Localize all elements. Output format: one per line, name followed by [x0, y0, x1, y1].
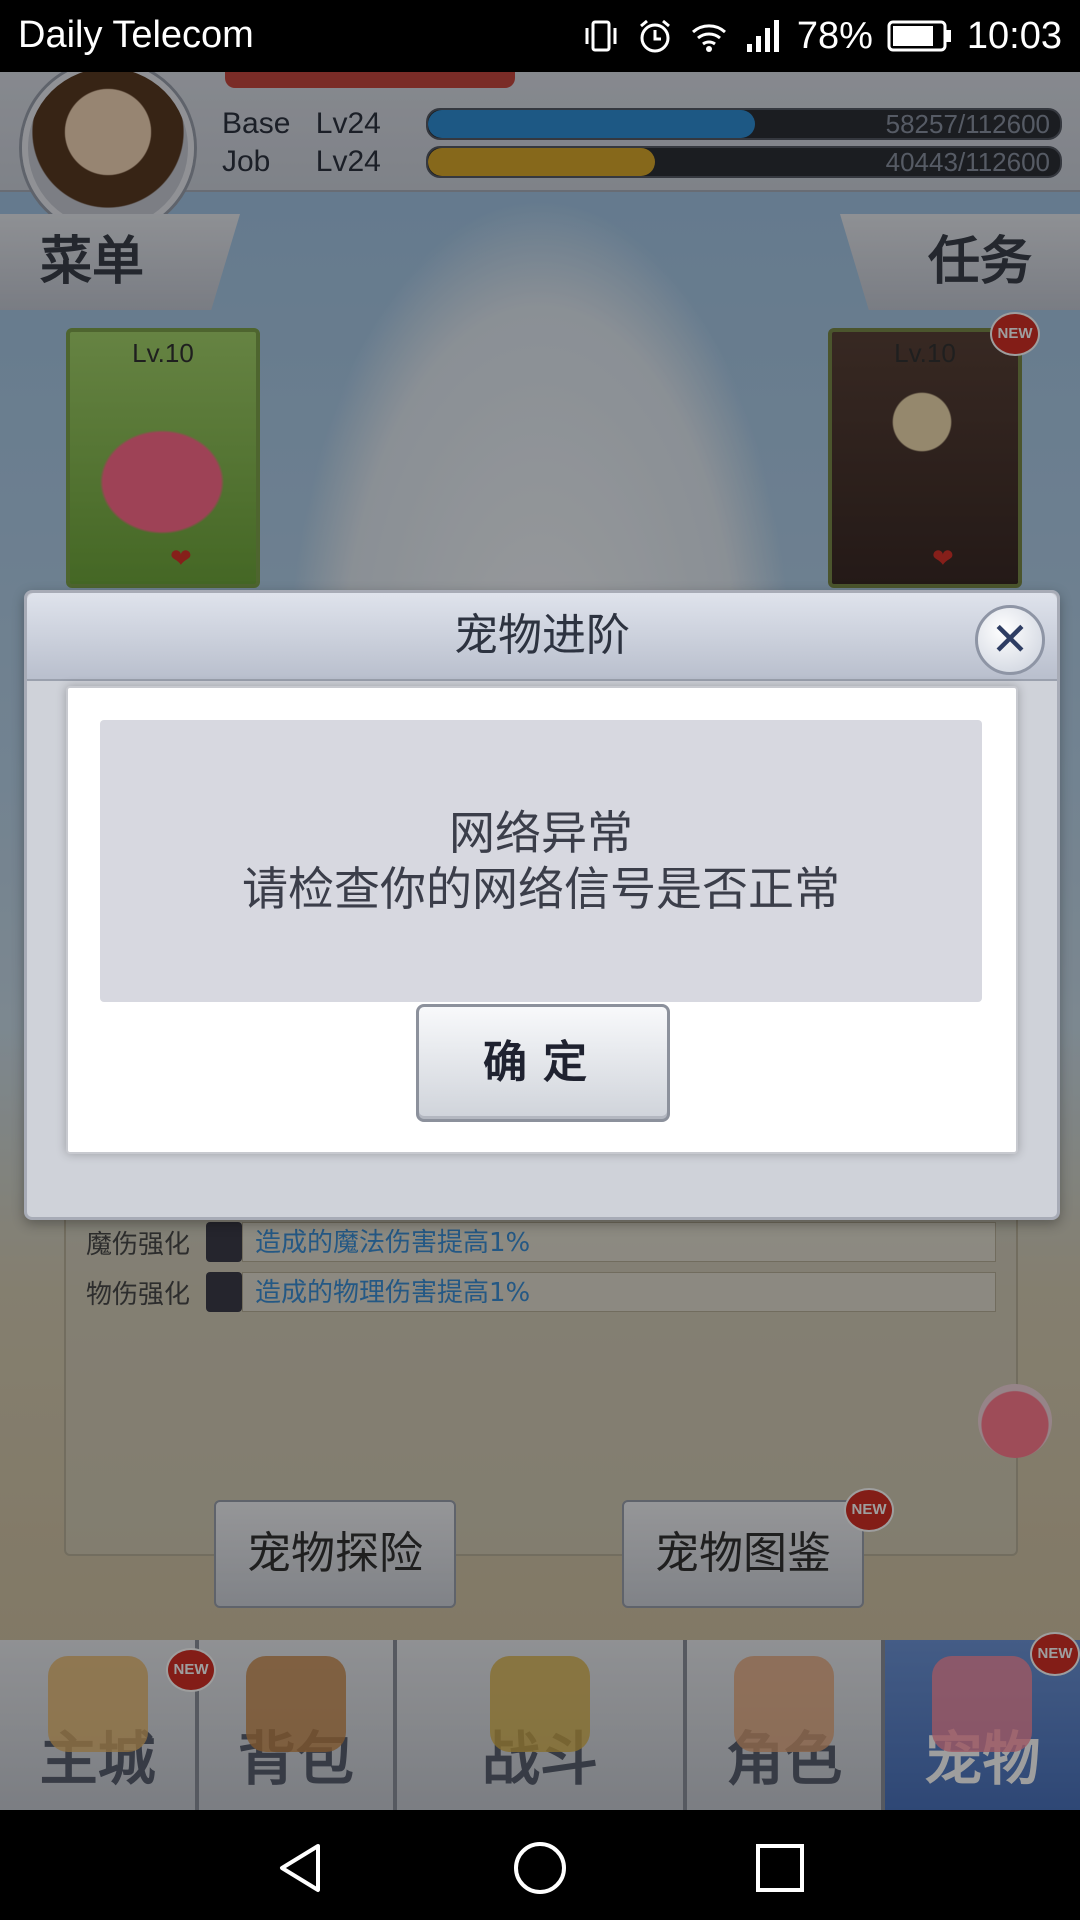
network-error-alert: 网络异常 请检查你的网络信号是否正常 确定: [66, 686, 1018, 1154]
alarm-icon: [639, 19, 670, 53]
battery-percent: 78%: [796, 14, 873, 57]
alert-message: 网络异常 请检查你的网络信号是否正常: [100, 720, 982, 1002]
confirm-button[interactable]: 确定: [416, 1004, 670, 1122]
carrier-name: Daily Telecom: [18, 14, 254, 56]
status-bar: Daily Telecom 78% 10:03: [0, 0, 1080, 72]
recents-icon[interactable]: [752, 1840, 808, 1896]
close-icon[interactable]: ✕: [975, 605, 1045, 675]
dialog-title: 宠物进阶: [454, 610, 630, 661]
clock: 10:03: [966, 14, 1062, 57]
alert-title: 网络异常: [449, 806, 633, 860]
wifi-icon: [691, 24, 726, 52]
home-icon[interactable]: [512, 1840, 568, 1896]
battery-icon: [887, 20, 951, 52]
alert-body: 请检查你的网络信号是否正常: [242, 862, 840, 916]
signal-icon: [746, 20, 779, 52]
vibrate-icon: [585, 20, 617, 52]
back-icon[interactable]: [272, 1840, 328, 1896]
dialog-header: 宠物进阶: [27, 593, 1057, 681]
system-nav-bar: [0, 1810, 1080, 1920]
status-icons: 78% 10:03: [581, 12, 1062, 60]
